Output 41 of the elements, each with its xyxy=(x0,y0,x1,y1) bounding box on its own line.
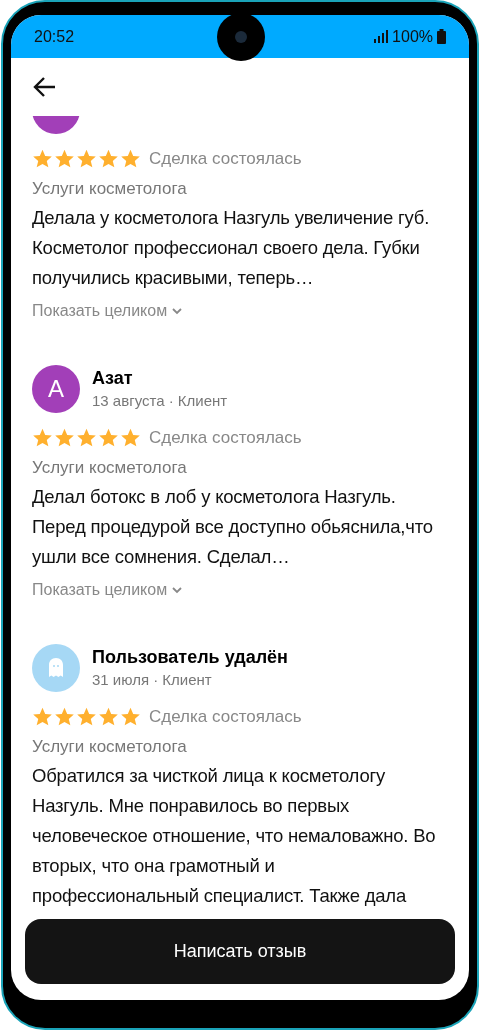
battery-percent: 100% xyxy=(392,26,433,47)
star-icon xyxy=(32,148,53,169)
back-button[interactable] xyxy=(33,76,57,98)
star-icon xyxy=(120,706,141,727)
star-icon xyxy=(98,427,119,448)
signal-icon xyxy=(374,30,389,43)
review-text: Делал ботокс в лоб у косметолога Назгуль. Перед процедурой все доступно обьяснила,что ушли все сомнения. Сделал… xyxy=(32,485,434,569)
battery-icon xyxy=(437,29,446,44)
deal-status: Сделка состоялась xyxy=(149,148,302,170)
show-more-link[interactable]: Показать целиком xyxy=(32,299,184,323)
deal-status: Сделка состоялась xyxy=(149,427,302,449)
star-icon xyxy=(98,706,119,727)
chevron-down-icon xyxy=(171,586,184,594)
author-name: Азат xyxy=(92,367,134,390)
star-icon xyxy=(54,148,75,169)
back-arrow-icon xyxy=(33,76,57,98)
review-text: Обратился за чисткой лица к косметологу Назгуль. Мне понравилось во первых человеческое отношение, что немаловажно. Во вторых, что она грамотный и профессиональный специалист. Также дала xyxy=(32,764,436,908)
star-icon xyxy=(76,706,97,727)
review-meta: 31 июля · Клиент xyxy=(92,670,213,690)
review-text: Делала у косметолога Назгуль увеличение губ. Косметолог профессионал своего дела. Губки получились красивыми, теперь… xyxy=(32,206,431,290)
chevron-down-icon xyxy=(171,307,184,315)
service-label: Услуги косметолога xyxy=(32,735,188,758)
star-icon xyxy=(98,148,119,169)
author-name: Пользователь удалён xyxy=(92,646,288,669)
star-icon xyxy=(32,427,53,448)
show-more-link[interactable]: Показать целиком xyxy=(32,578,184,602)
service-label: Услуги косметолога xyxy=(32,177,188,200)
star-icon xyxy=(120,148,141,169)
ghost-icon xyxy=(48,658,64,678)
write-review-button[interactable]: Написать отзыв xyxy=(25,919,455,984)
star-icon xyxy=(120,427,141,448)
star-icon xyxy=(76,148,97,169)
star-icon xyxy=(54,706,75,727)
star-icon xyxy=(54,427,75,448)
star-icon xyxy=(76,427,97,448)
deal-status: Сделка состоялась xyxy=(149,706,302,728)
status-time: 20:52 xyxy=(34,26,75,47)
star-icon xyxy=(32,706,53,727)
avatar: А xyxy=(32,365,80,413)
service-label: Услуги косметолога xyxy=(32,456,188,479)
review-meta: 13 августа · Клиент xyxy=(92,391,228,411)
